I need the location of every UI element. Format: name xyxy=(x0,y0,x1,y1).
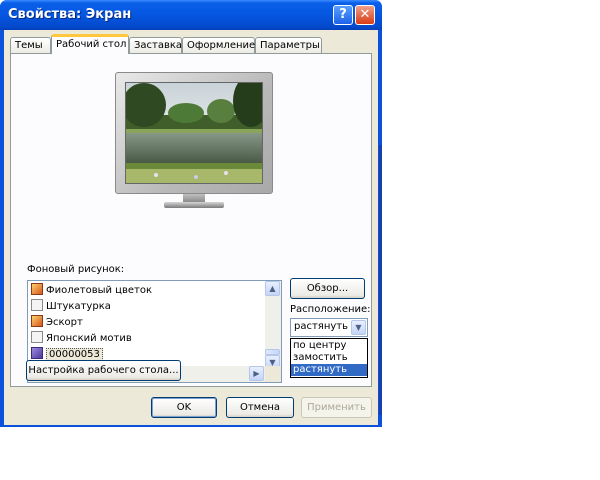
list-item[interactable]: Фиолетовый цветок xyxy=(31,283,152,299)
window-right-border xyxy=(379,145,382,415)
tab-screensaver[interactable]: Заставка xyxy=(129,37,182,53)
list-item[interactable]: Штукатурка xyxy=(31,299,111,315)
background-label: Фоновый рисунок: xyxy=(27,264,125,275)
orange-image-icon xyxy=(31,283,43,295)
help-button[interactable]: ? xyxy=(333,5,353,25)
cancel-button[interactable]: Отмена xyxy=(226,397,294,418)
window-title: Свойства: Экран xyxy=(8,7,132,22)
tab-desktop[interactable]: Рабочий стол xyxy=(51,34,129,54)
tab-appearance[interactable]: Оформление xyxy=(182,37,255,53)
position-option-stretch[interactable]: растянуть xyxy=(291,364,367,376)
position-label: Расположение: xyxy=(290,304,371,315)
tab-settings[interactable]: Параметры xyxy=(255,37,322,53)
chevron-down-icon[interactable]: ▼ xyxy=(351,320,366,335)
vertical-scrollbar[interactable]: ▲ ▼ xyxy=(265,281,281,370)
position-select-value: растянуть xyxy=(294,321,348,332)
tab-themes[interactable]: Темы xyxy=(10,37,51,53)
position-option-center[interactable]: по центру xyxy=(291,340,367,352)
document-icon xyxy=(31,299,43,311)
monitor-neck xyxy=(183,194,205,202)
monitor-base xyxy=(164,202,224,208)
list-item[interactable]: Эскорт xyxy=(31,315,83,331)
title-bar[interactable]: Свойства: Экран ? ✕ xyxy=(0,0,382,30)
list-item[interactable]: Японский мотив xyxy=(31,331,132,347)
purple-image-icon xyxy=(31,347,43,359)
wallpaper-image xyxy=(126,83,262,183)
apply-button[interactable]: Применить xyxy=(301,397,372,418)
customize-desktop-button[interactable]: Настройка рабочего стола... xyxy=(26,360,181,381)
display-properties-window: Свойства: Экран ? ✕ Темы Рабочий стол За… xyxy=(0,0,382,427)
orange-image-icon xyxy=(31,315,43,327)
position-select[interactable]: растянуть ▼ xyxy=(290,318,368,337)
position-dropdown-list[interactable]: по центру замостить растянуть xyxy=(290,338,368,378)
ok-button[interactable]: OK xyxy=(151,397,217,418)
scroll-up-icon[interactable]: ▲ xyxy=(265,281,280,296)
dialog-client-area: Темы Рабочий стол Заставка Оформление Па… xyxy=(4,30,378,425)
desktop-tab-panel: Фоновый рисунок: Фиолетовый цветок Штука… xyxy=(10,53,372,387)
close-button[interactable]: ✕ xyxy=(355,5,375,25)
position-option-tile[interactable]: замостить xyxy=(291,352,367,364)
scroll-right-icon[interactable]: ▶ xyxy=(249,366,264,381)
document-icon xyxy=(31,331,43,343)
monitor-preview xyxy=(115,72,273,194)
scrollbar-corner xyxy=(265,366,281,382)
browse-button[interactable]: Обзор... xyxy=(290,278,365,299)
wallpaper-preview xyxy=(125,82,263,184)
